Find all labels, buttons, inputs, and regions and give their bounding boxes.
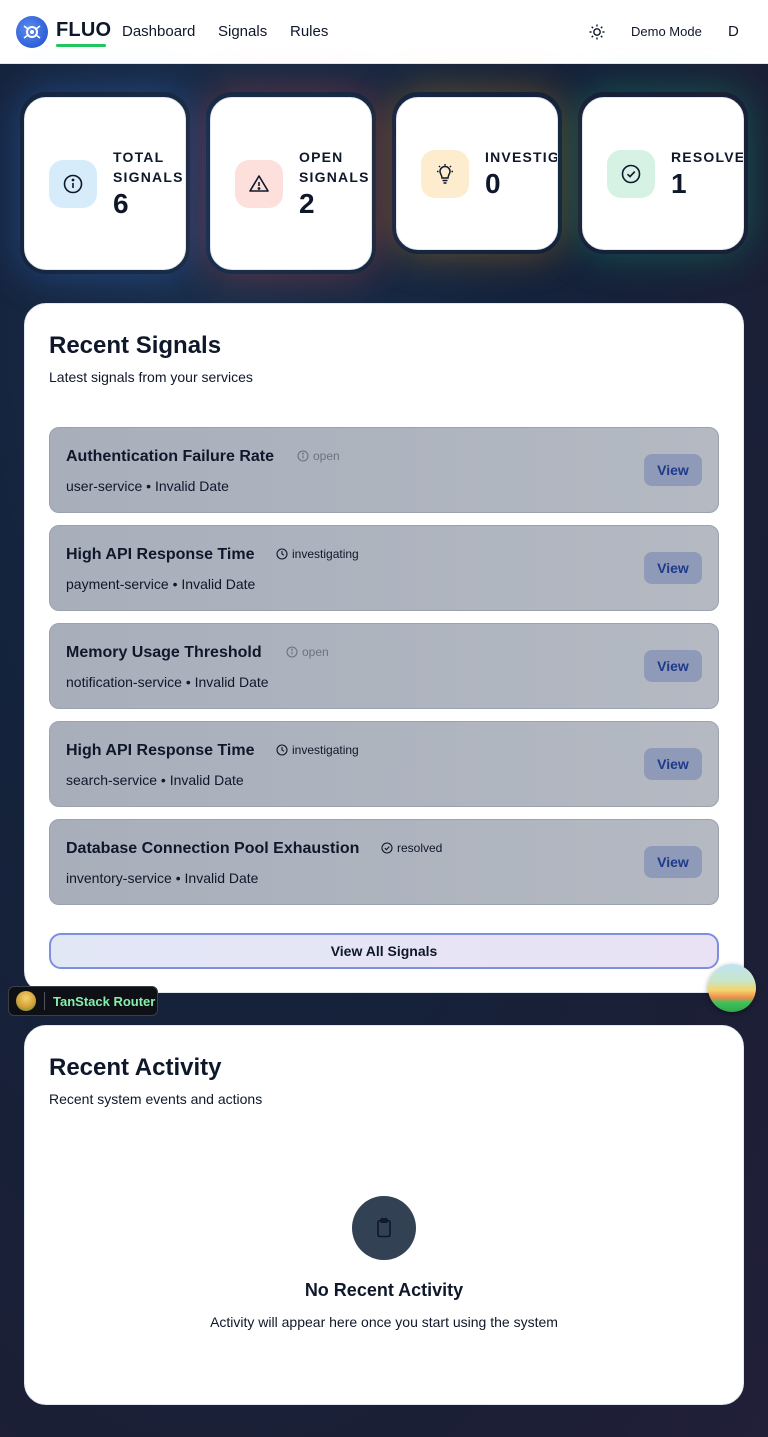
signal-date: Invalid Date — [181, 576, 256, 592]
signal-title: High API Response Time — [66, 546, 255, 563]
signal-row[interactable]: Database Connection Pool Exhaustion reso… — [49, 819, 719, 905]
view-button[interactable]: View — [644, 454, 702, 486]
tanstack-logo-icon — [16, 991, 36, 1011]
brand-name[interactable]: FLUO — [56, 19, 111, 42]
clipboard-icon — [352, 1196, 416, 1260]
signal-row[interactable]: High API Response Time investigating pay… — [49, 525, 719, 611]
floating-devtools-orb-icon[interactable] — [708, 964, 756, 1012]
signal-meta: search-service • Invalid Date — [66, 772, 244, 788]
signal-date: Invalid Date — [169, 772, 244, 788]
info-icon — [286, 646, 298, 658]
nav-dashboard[interactable]: Dashboard — [122, 23, 195, 40]
status-badge: open — [297, 449, 340, 463]
empty-state-text: Activity will appear here once you start… — [210, 1314, 558, 1330]
signal-title: Authentication Failure Rate — [66, 448, 275, 465]
check-circle-icon — [607, 150, 655, 198]
divider — [44, 992, 45, 1010]
tanstack-label: TanStack Router — [53, 993, 156, 1009]
signal-row[interactable]: High API Response Time investigating sea… — [49, 721, 719, 807]
view-button[interactable]: View — [644, 846, 702, 878]
status-text: open — [313, 449, 340, 463]
status-text: investigating — [292, 547, 359, 561]
signal-meta: notification-service • Invalid Date — [66, 674, 269, 690]
top-header: FLUO Dashboard Signals Rules Demo Mode D — [0, 0, 768, 64]
signal-date: Invalid Date — [184, 870, 259, 886]
empty-state-title: No Recent Activity — [304, 1280, 464, 1300]
stat-value: 0 — [485, 168, 501, 199]
check-circle-icon — [381, 842, 393, 854]
stat-value: 6 — [113, 188, 129, 219]
info-icon — [49, 160, 97, 208]
stat-value: 2 — [299, 188, 315, 219]
lightbulb-icon — [421, 150, 469, 198]
panel-title: Recent Activity — [49, 1054, 222, 1081]
stat-label: OPEN SIGNALS — [299, 149, 370, 185]
info-icon — [297, 450, 309, 462]
panel-subtitle: Latest signals from your services — [49, 369, 253, 385]
signal-title: Memory Usage Threshold — [66, 644, 262, 661]
view-button[interactable]: View — [644, 552, 702, 584]
signal-service: inventory-service — [66, 870, 172, 886]
stat-card-resolved: RESOLVED 1 — [582, 97, 744, 250]
nav-signals[interactable]: Signals — [218, 23, 267, 40]
signal-row[interactable]: Memory Usage Threshold open notification… — [49, 623, 719, 709]
status-badge: investigating — [276, 547, 359, 561]
stat-label: RESOLVED — [671, 149, 743, 165]
signal-service: user-service — [66, 478, 143, 494]
status-badge: open — [286, 645, 329, 659]
signal-meta: user-service • Invalid Date — [66, 478, 229, 494]
stat-card-investigating: INVESTIGATING 0 — [396, 97, 558, 250]
recent-activity-panel: Recent Activity Recent system events and… — [24, 1025, 744, 1405]
stat-value: 1 — [671, 168, 687, 199]
recent-signals-panel: Recent Signals Latest signals from your … — [24, 303, 744, 993]
alert-triangle-icon — [235, 160, 283, 208]
demo-mode-button[interactable]: Demo Mode — [631, 24, 702, 39]
status-text: investigating — [292, 743, 359, 757]
stat-label: TOTAL SIGNALS — [113, 149, 184, 185]
sun-icon[interactable] — [588, 23, 606, 41]
signal-date: Invalid Date — [194, 674, 269, 690]
signal-title: Database Connection Pool Exhaustion — [66, 840, 360, 857]
user-avatar[interactable]: D — [728, 23, 739, 40]
panel-subtitle: Recent system events and actions — [49, 1091, 263, 1107]
clock-icon — [276, 548, 288, 560]
tanstack-router-devtools-button[interactable]: TanStack Router — [8, 986, 158, 1016]
stat-card-open: OPEN SIGNALS 2 — [210, 97, 372, 270]
clock-icon — [276, 744, 288, 756]
view-button[interactable]: View — [644, 748, 702, 780]
signal-date: Invalid Date — [154, 478, 229, 494]
view-all-signals-button[interactable]: View All Signals — [49, 933, 719, 969]
status-badge: investigating — [276, 743, 359, 757]
status-text: open — [302, 645, 329, 659]
signal-service: payment-service — [66, 576, 169, 592]
signal-title: High API Response Time — [66, 742, 255, 759]
brand-underline — [56, 44, 106, 47]
signal-meta: payment-service • Invalid Date — [66, 576, 256, 592]
signal-row[interactable]: Authentication Failure Rate open user-se… — [49, 427, 719, 513]
nav-rules[interactable]: Rules — [290, 23, 328, 40]
signal-service: notification-service — [66, 674, 182, 690]
status-text: resolved — [397, 841, 443, 855]
signal-meta: inventory-service • Invalid Date — [66, 870, 259, 886]
view-button[interactable]: View — [644, 650, 702, 682]
stat-card-total: TOTAL SIGNALS 6 — [24, 97, 186, 270]
status-badge: resolved — [381, 841, 442, 855]
fluo-logo-icon[interactable] — [16, 16, 48, 48]
stat-label: INVESTIGATING — [485, 149, 557, 165]
signal-service: search-service — [66, 772, 158, 788]
panel-title: Recent Signals — [49, 332, 222, 359]
